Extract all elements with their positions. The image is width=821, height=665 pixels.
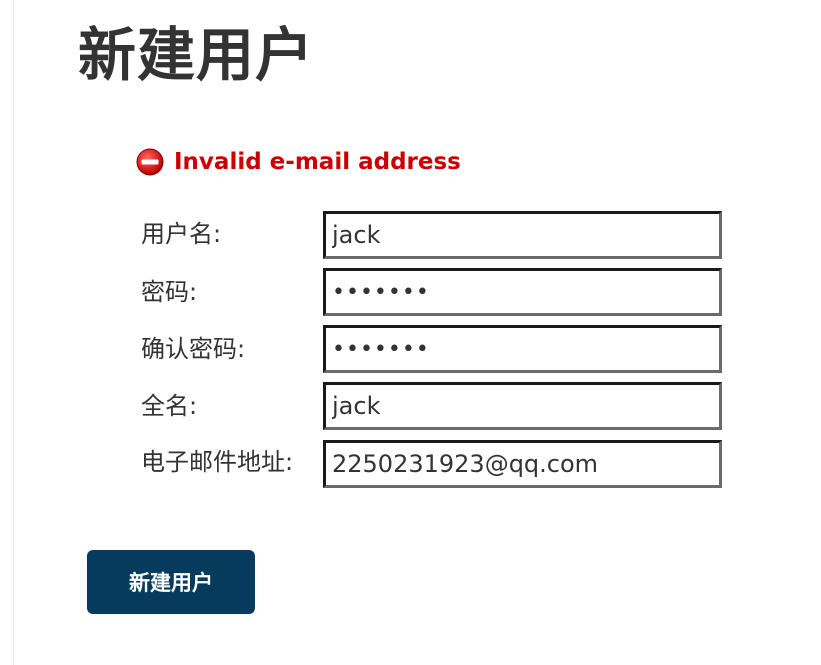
username-label: 用户名: — [141, 220, 222, 248]
email-label: 电子邮件地址: — [141, 448, 294, 476]
fullname-field[interactable] — [323, 382, 722, 430]
username-field[interactable] — [323, 211, 722, 259]
confirm-password-label: 确认密码: — [141, 335, 246, 363]
fullname-label: 全名: — [141, 392, 198, 420]
password-field[interactable] — [323, 268, 722, 316]
error-text: Invalid e-mail address — [174, 149, 461, 175]
email-field[interactable] — [323, 440, 722, 488]
page-left-border — [13, 0, 14, 665]
page-title: 新建用户 — [78, 21, 315, 89]
confirm-password-field[interactable] — [323, 325, 722, 373]
password-label: 密码: — [141, 278, 198, 306]
create-user-button[interactable]: 新建用户 — [87, 550, 255, 614]
no-entry-icon — [136, 148, 164, 176]
error-message: Invalid e-mail address — [136, 146, 461, 178]
